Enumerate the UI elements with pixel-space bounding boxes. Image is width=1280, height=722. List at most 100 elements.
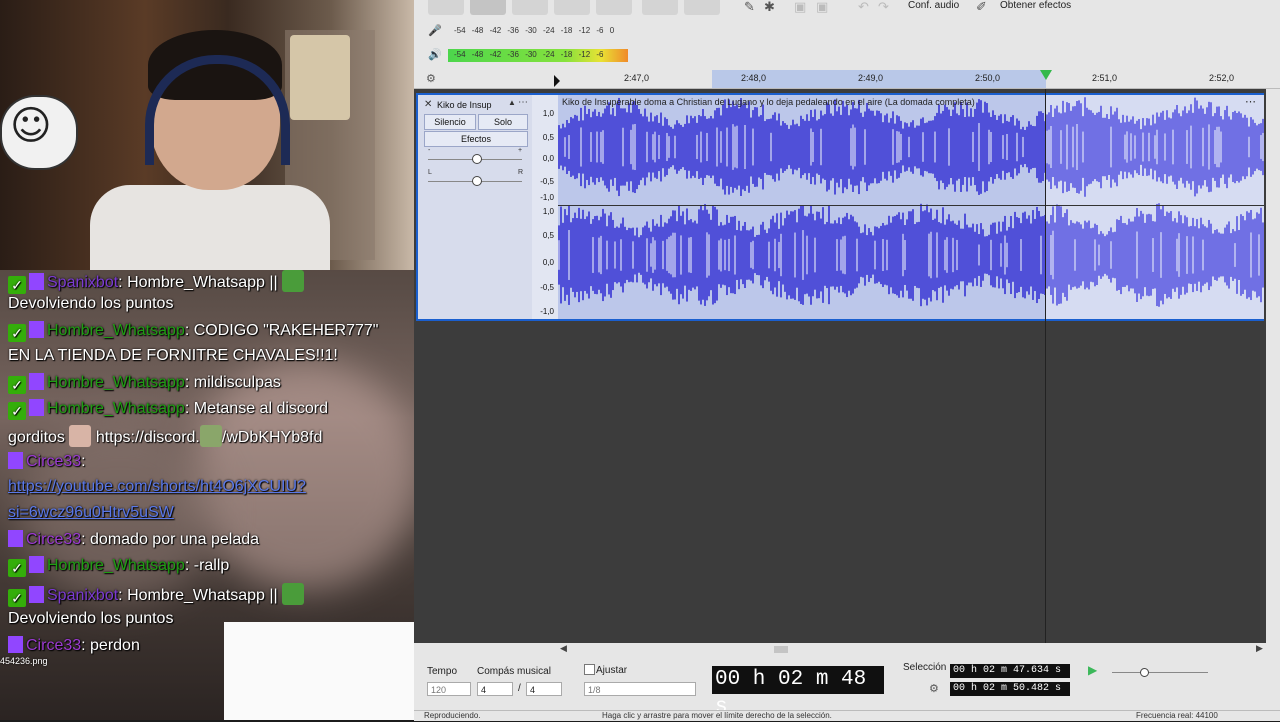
scroll-left-icon[interactable]: ◀ [560,643,567,654]
chat-username[interactable]: Hombre_Whatsapp [47,557,185,574]
waveform-sample [782,121,784,173]
pause-button[interactable] [428,0,464,15]
chat-username[interactable]: Hombre_Whatsapp [47,400,185,417]
waveform-sample [1156,203,1158,307]
waveform-sample [834,220,836,290]
clip-title[interactable]: Kiko de Insuperable doma a Christian de … [562,97,975,107]
waveform-sample [910,211,912,299]
track-area[interactable]: ✕ Kiko de Insup ▲ ⋯ Silencio Solo Efecto… [414,89,1280,643]
vertical-scale[interactable]: 1,0 0,5 0,0 -0,5 -1,0 1,0 0,5 0,0 -0,5 -… [532,95,559,319]
waveform-sample [732,216,734,294]
waveform-sample [838,217,840,293]
waveform-sample-rms [1098,244,1100,266]
chat-username[interactable]: Circe33 [26,637,81,654]
selection-start-time[interactable]: 00 h 02 m 47.634 s [950,664,1070,678]
chat-username[interactable]: Circe33 [26,453,81,470]
waveform-sample [1078,222,1080,288]
waveform-sample [1088,220,1090,290]
waveform-sample-rms [842,236,844,274]
gear-icon[interactable]: ⚙ [426,72,436,85]
waveform-sample [682,211,684,299]
speed-slider[interactable] [1112,672,1208,673]
speed-knob[interactable] [1140,668,1149,677]
waveform-sample [792,211,794,299]
redo-icon[interactable]: ↷ [878,0,889,15]
undo-icon[interactable]: ↶ [858,0,869,15]
snap-select[interactable]: 1/8 [584,682,696,696]
multi-tool-icon[interactable]: ✱ [764,0,775,15]
waveform-sample [862,232,864,278]
chat-link[interactable]: https://discord. [96,429,200,446]
waveform-sample-rms [614,241,616,269]
time-display[interactable]: 00 h 02 m 48 s [712,666,884,719]
close-icon[interactable]: ✕ [424,99,432,110]
play-button[interactable] [470,0,506,15]
chat-username[interactable]: Circe33 [26,531,81,548]
waveform-sample [848,219,850,291]
waveform[interactable]: Kiko de Insuperable doma a Christian de … [558,95,1264,319]
selection-end-time[interactable]: 00 h 02 m 50.482 s [950,682,1070,696]
chat-username[interactable]: Spanixbot [47,587,118,604]
playhead-marker[interactable] [1040,70,1052,80]
chat-link[interactable]: https://youtube.com/shorts/ht4O6jXCUIU? [8,478,306,495]
horizontal-scrollbar[interactable]: ◀ ▶ [414,643,1280,656]
waveform-sample [1010,116,1012,178]
waveform-sample [1252,119,1254,175]
pencil-icon[interactable]: ✎ [744,0,755,15]
playback-meter[interactable]: 🔊 -54 -48 -42 -36 -30 -24 -18 -12 -6 [414,46,634,64]
waveform-sample [948,214,950,296]
skip-end-button[interactable] [596,0,632,15]
waveform-sample [1084,220,1086,290]
chat-username[interactable]: Spanixbot [47,274,118,291]
chevron-up-icon[interactable]: ▲ [508,98,516,107]
record-button[interactable] [642,0,678,15]
get-effects-button[interactable]: Obtener efectos [1000,0,1071,11]
waveform-sample [822,115,824,179]
clip-menu-icon[interactable]: ⋯ [1245,95,1256,108]
waveform-sample-rms [580,127,582,167]
play-start-marker[interactable] [554,75,560,87]
waveform-sample-rms [988,129,990,165]
gear-icon[interactable]: ⚙ [929,682,939,695]
pan-knob[interactable] [472,176,482,186]
waveform-sample [960,228,962,282]
gain-knob[interactable] [472,154,482,164]
solo-button[interactable]: Solo [478,114,528,130]
play-at-speed-icon[interactable]: ▶ [1088,663,1097,677]
timeline-ruler[interactable]: ⚙ 2:47,0 2:48,0 2:49,0 2:50,0 2:51,0 2:5… [414,70,1280,89]
audio-setup-button[interactable]: Conf. audio [908,0,959,11]
chat-username[interactable]: Hombre_Whatsapp [47,322,185,339]
vertical-scrollbar[interactable] [1266,89,1280,643]
waveform-sample [1220,233,1222,277]
tempo-input[interactable]: 120 [427,682,471,696]
waveform-sample [1210,102,1212,192]
zoom-out-icon[interactable]: ▣ [816,0,828,15]
loop-button[interactable] [684,0,720,15]
mute-button[interactable]: Silencio [424,114,476,130]
audio-track[interactable]: ✕ Kiko de Insup ▲ ⋯ Silencio Solo Efecto… [416,93,1264,321]
scroll-thumb[interactable] [774,646,788,653]
more-icon[interactable]: ⋯ [518,97,528,108]
time-signature-numerator[interactable]: 4 [477,682,513,696]
waveform-sample [1080,224,1082,286]
waveform-sample [1014,211,1016,299]
effects-button[interactable]: Efectos [424,131,528,147]
chat-username[interactable]: Hombre_Whatsapp [47,374,185,391]
chat-link[interactable]: si=6wcz96u0Htrv5uSW [8,504,174,521]
stop-button[interactable] [512,0,548,15]
waveform-sample [1018,217,1020,293]
waveform-sample [758,234,760,276]
waveform-sample [788,128,790,166]
record-meter[interactable]: 🎤 -54 -48 -42 -36 -30 -24 -18 -12 -6 0 [414,22,634,40]
skip-start-button[interactable] [554,0,590,15]
waveform-sample [930,120,932,174]
track-name[interactable]: Kiko de Insup [437,100,492,110]
time-signature-denominator[interactable]: 4 [526,682,562,696]
waveform-sample [1028,121,1030,173]
scroll-right-icon[interactable]: ▶ [1256,643,1263,654]
snap-checkbox[interactable] [584,664,595,675]
waveform-sample [1126,224,1128,286]
waveform-sample [852,216,854,294]
zoom-in-icon[interactable]: ▣ [794,0,806,15]
ruler-tick: 2:51,0 [1092,73,1118,83]
